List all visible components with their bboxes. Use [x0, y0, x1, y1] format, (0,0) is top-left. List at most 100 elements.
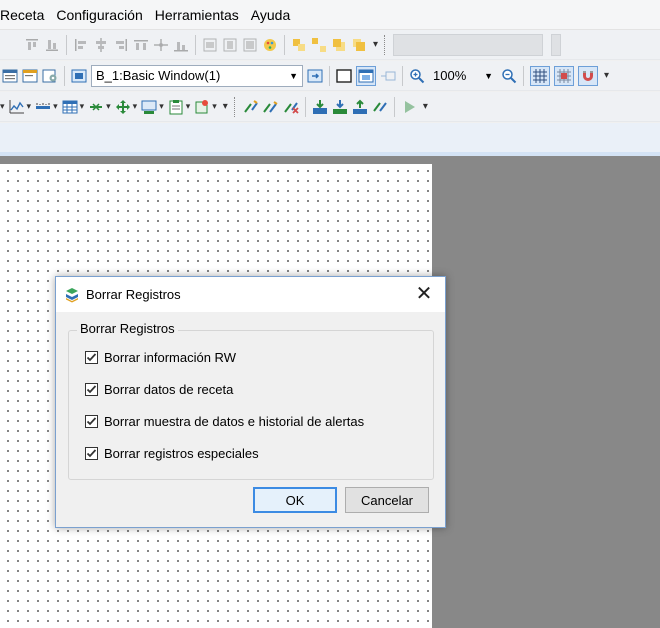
- chevron-down-icon[interactable]: ▾: [106, 101, 111, 112]
- display-object-icon[interactable]: [141, 99, 157, 115]
- align-center-icon[interactable]: [93, 37, 109, 53]
- chevron-down-icon[interactable]: ▾: [0, 101, 5, 112]
- distribute-vertical-icon[interactable]: [153, 37, 169, 53]
- cancel-button[interactable]: Cancelar: [345, 487, 429, 513]
- dialog-title: Borrar Registros: [86, 287, 181, 302]
- zoom-value: 100%: [433, 68, 467, 83]
- window-settings-icon[interactable]: [42, 68, 58, 84]
- same-height-icon[interactable]: [222, 37, 238, 53]
- zoom-select[interactable]: 100% ▼: [429, 65, 497, 87]
- checkbox-clear-special[interactable]: [85, 447, 98, 460]
- grid-toggle[interactable]: [530, 65, 550, 86]
- option-clear-special[interactable]: Borrar registros especiales: [85, 446, 259, 461]
- align-bottom-icon[interactable]: [44, 37, 60, 53]
- magnet-toggle[interactable]: [578, 65, 598, 86]
- checkbox-clear-samples-alarms[interactable]: [85, 415, 98, 428]
- toolbar-align: ▾: [0, 30, 660, 60]
- option-clear-rw[interactable]: Borrar información RW: [85, 350, 236, 365]
- empty-toolbar-area: [551, 33, 562, 56]
- window-properties-icon[interactable]: [22, 68, 38, 84]
- checkmark-icon: [86, 353, 97, 362]
- group-label: Borrar Registros: [77, 321, 178, 336]
- picture-library-icon[interactable]: [194, 99, 210, 115]
- ungroup-icon[interactable]: [311, 37, 327, 53]
- clear-records-dialog: Borrar Registros ✕ Borrar Registros Borr…: [55, 276, 446, 528]
- app-icon: [64, 287, 80, 303]
- separator: [284, 34, 285, 55]
- checkmark-icon: [86, 417, 97, 426]
- window-link-icon[interactable]: [380, 68, 396, 84]
- dialog-titlebar[interactable]: Borrar Registros ✕: [56, 277, 445, 312]
- checkbox-clear-rw[interactable]: [85, 351, 98, 364]
- send-back-icon[interactable]: [351, 37, 367, 53]
- toolbar-grip[interactable]: [233, 96, 237, 117]
- option-clear-recipe[interactable]: Borrar datos de receta: [85, 382, 233, 397]
- window-view-icon: [358, 68, 374, 84]
- toolbar-overflow-icon[interactable]: ▾: [604, 70, 609, 81]
- valve-icon[interactable]: [88, 99, 104, 115]
- compile-icon[interactable]: [243, 99, 259, 115]
- chevron-down-icon[interactable]: ▾: [80, 101, 85, 112]
- chevron-down-icon[interactable]: ▾: [159, 101, 164, 112]
- window-icon[interactable]: [71, 68, 87, 84]
- chevron-down-icon: ▼: [484, 70, 493, 81]
- separator: [523, 65, 524, 86]
- empty-toolbar-area: [393, 33, 544, 56]
- palette-icon[interactable]: [262, 37, 278, 53]
- toolbar-overflow-icon[interactable]: ▾: [223, 101, 228, 112]
- zoom-in-icon[interactable]: [409, 68, 425, 84]
- chevron-down-icon[interactable]: ▾: [27, 101, 32, 112]
- window-view-toggle[interactable]: [356, 65, 376, 86]
- zoom-out-icon[interactable]: [501, 68, 517, 84]
- menu-herramientas[interactable]: Herramientas: [149, 0, 245, 30]
- download-icon[interactable]: [312, 99, 328, 115]
- close-icon: ✕: [415, 283, 433, 305]
- bar-meter-icon[interactable]: [35, 99, 51, 115]
- compile-clear-icon[interactable]: [283, 99, 299, 115]
- bring-front-icon[interactable]: [331, 37, 347, 53]
- download-pc-icon[interactable]: [332, 99, 348, 115]
- run-simulation-icon[interactable]: [401, 99, 417, 115]
- group-icon[interactable]: [291, 37, 307, 53]
- window-list-icon[interactable]: [2, 68, 18, 84]
- separator: [64, 65, 65, 86]
- chevron-down-icon[interactable]: ▾: [133, 101, 138, 112]
- chevron-down-icon[interactable]: ▾: [212, 101, 217, 112]
- option-label: Borrar registros especiales: [104, 446, 259, 461]
- option-label: Borrar muestra de datos e historial de a…: [104, 414, 365, 429]
- toolbar-overflow-icon[interactable]: ▾: [423, 101, 428, 112]
- clipboard-icon[interactable]: [168, 99, 184, 115]
- toolbar-overflow-icon[interactable]: ▾: [373, 39, 378, 50]
- table-icon[interactable]: [62, 99, 78, 115]
- chevron-down-icon[interactable]: ▾: [186, 101, 191, 112]
- full-window-icon[interactable]: [336, 68, 352, 84]
- align-right-icon[interactable]: [113, 37, 129, 53]
- open-window-icon[interactable]: [307, 68, 323, 84]
- move-object-icon[interactable]: [115, 99, 131, 115]
- same-width-icon[interactable]: [202, 37, 218, 53]
- center-bottom-icon[interactable]: [173, 37, 189, 53]
- transfer-icon[interactable]: [372, 99, 388, 115]
- checkbox-clear-recipe[interactable]: [85, 383, 98, 396]
- upload-icon[interactable]: [352, 99, 368, 115]
- close-button[interactable]: ✕: [413, 283, 435, 305]
- align-left-icon[interactable]: [73, 37, 89, 53]
- toolbar-grip[interactable]: [384, 34, 387, 55]
- option-clear-samples-alarms[interactable]: Borrar muestra de datos e historial de a…: [85, 414, 364, 429]
- trend-chart-icon[interactable]: [9, 99, 25, 115]
- menu-ayuda[interactable]: Ayuda: [245, 0, 296, 30]
- align-top-icon[interactable]: [24, 37, 40, 53]
- snap-grid-toggle[interactable]: [554, 65, 574, 86]
- checkmark-icon: [86, 385, 97, 394]
- menu-receta[interactable]: Receta: [0, 0, 50, 30]
- same-size-icon[interactable]: [242, 37, 258, 53]
- menu-configuracion[interactable]: Configuración: [50, 0, 148, 30]
- compile-all-icon[interactable]: [263, 99, 279, 115]
- window-select[interactable]: B_1:Basic Window(1) ▼: [91, 64, 303, 87]
- chevron-down-icon[interactable]: ▾: [53, 101, 58, 112]
- distribute-horizontal-icon[interactable]: [133, 37, 149, 53]
- separator: [195, 34, 196, 55]
- separator: [393, 96, 395, 117]
- ok-button[interactable]: OK: [253, 487, 337, 513]
- separator: [402, 65, 403, 86]
